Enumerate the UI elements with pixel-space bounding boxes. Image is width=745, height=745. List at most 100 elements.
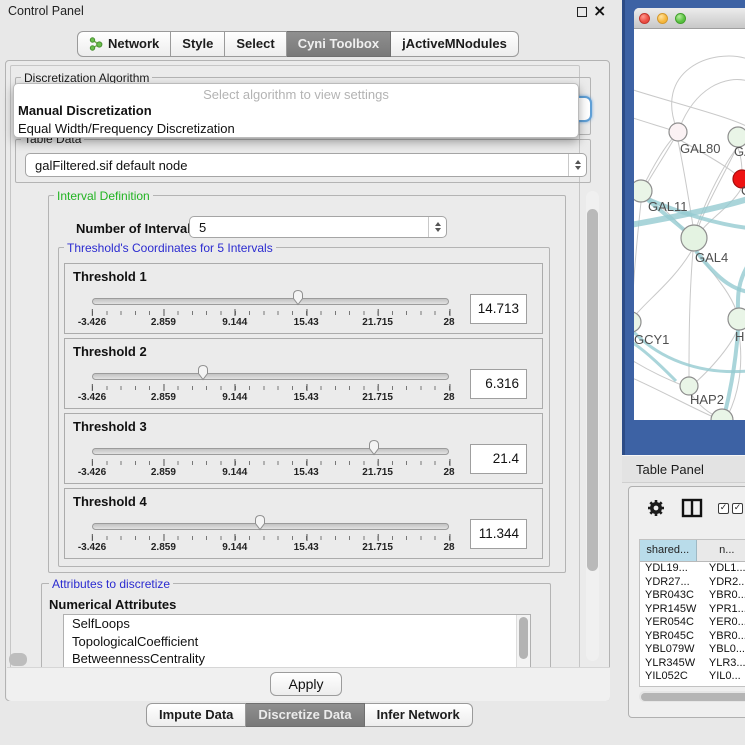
apply-button[interactable]: Apply [270, 672, 342, 696]
top-tab-bar: Network Style Select Cyni Toolbox jActiv… [77, 31, 519, 57]
network-node-label: C [741, 183, 745, 198]
slider-tick-labels: -3.4262.8599.14415.4321.71528 [92, 317, 449, 329]
stepper-icon [568, 154, 586, 176]
network-canvas-svg: GAL80GAGAL11CGAL4GCY1HHAP2 [634, 29, 745, 420]
table-row[interactable]: YER054CYER0... [640, 616, 745, 630]
slider-ticks [92, 461, 450, 465]
tick-label: 21.715 [362, 317, 393, 328]
tick-label: 9.144 [222, 392, 247, 403]
table-cell: YBL0... [703, 643, 745, 657]
checkbox-icon[interactable]: ✓ [732, 503, 743, 514]
table-rows: YDL19...YDL1...YDR27...YDR2...YBR043CYBR… [640, 562, 745, 680]
attributes-list-scrollbar[interactable] [516, 615, 530, 670]
threshold-1-label: Threshold 1 [73, 269, 147, 284]
tick-label: -3.426 [78, 542, 106, 553]
number-of-intervals-combo[interactable]: 5 [189, 216, 447, 238]
threshold-4-value[interactable]: 11.344 [470, 519, 527, 549]
list-item[interactable]: SelfLoops [64, 615, 530, 633]
table-cell: YER0... [703, 616, 745, 630]
slider-thumb[interactable] [291, 289, 306, 306]
list-item[interactable]: TopologicalCoefficient [64, 633, 530, 651]
show-columns-icon[interactable] [681, 498, 703, 518]
table-row[interactable]: YBR043CYBR0... [640, 589, 745, 603]
algorithm-dropdown-hint: Select algorithm to view settings [14, 84, 578, 102]
horizontal-scrollbar-thumb[interactable] [9, 653, 27, 666]
minimize-traffic-light-icon[interactable] [657, 13, 668, 24]
network-node[interactable] [634, 312, 641, 332]
numerical-attributes-list[interactable]: SelfLoopsTopologicalCoefficientBetweenne… [63, 614, 531, 671]
table-cell: YPR1... [703, 603, 745, 617]
tick-label: 15.43 [294, 542, 319, 553]
float-window-icon[interactable] [577, 7, 587, 17]
tab-impute-data[interactable]: Impute Data [146, 703, 246, 727]
threshold-3-label: Threshold 3 [73, 419, 147, 434]
table-cell: YIL0... [703, 670, 745, 680]
slider-track[interactable] [92, 298, 449, 305]
checkbox-icon[interactable]: ✓ [718, 503, 729, 514]
algorithm-option-manual[interactable]: Manual Discretization [14, 102, 578, 120]
close-traffic-light-icon[interactable] [639, 13, 650, 24]
threshold-2-slider[interactable]: -3.4262.8599.14415.4321.71528 [92, 367, 449, 405]
table-cell: YBR043C [640, 589, 703, 603]
tick-label: 9.144 [222, 542, 247, 553]
threshold-3-value[interactable]: 21.4 [470, 444, 527, 474]
list-item[interactable]: BetweennessCentrality [64, 650, 530, 668]
table-row[interactable]: YIL052CYIL0... [640, 670, 745, 680]
tab-discretize-data[interactable]: Discretize Data [246, 703, 364, 727]
slider-thumb[interactable] [195, 364, 210, 381]
slider-track[interactable] [92, 373, 449, 380]
table-row[interactable]: YDL19...YDL1... [640, 562, 745, 576]
table-horizontal-scrollbar[interactable] [639, 691, 745, 702]
slider-track[interactable] [92, 523, 449, 530]
tab-cyni-toolbox[interactable]: Cyni Toolbox [287, 31, 391, 57]
tick-label: 15.43 [294, 317, 319, 328]
column-header-name[interactable]: n... [697, 540, 745, 561]
threshold-4-slider[interactable]: -3.4262.8599.14415.4321.71528 [92, 517, 449, 555]
column-header-shared-name[interactable]: shared... [640, 540, 697, 561]
threshold-1-value[interactable]: 14.713 [470, 294, 527, 324]
node-table-header: shared... n... [640, 540, 745, 562]
network-node[interactable] [728, 308, 745, 330]
slider-track[interactable] [92, 448, 449, 455]
number-of-intervals-label: Number of Intervals [76, 221, 198, 236]
algorithm-option-equal-width[interactable]: Equal Width/Frequency Discretization [14, 120, 578, 138]
table-row[interactable]: YBR045CYBR0... [640, 630, 745, 644]
network-node[interactable] [669, 123, 687, 141]
table-row[interactable]: YLR345WYLR3... [640, 657, 745, 671]
table-cell: YDL19... [640, 562, 703, 576]
close-icon[interactable]: × [593, 1, 606, 20]
slider-thumb[interactable] [367, 439, 382, 456]
table-row[interactable]: YPR145WYPR1... [640, 603, 745, 617]
number-of-intervals-value: 5 [199, 217, 206, 237]
tab-infer-network[interactable]: Infer Network [365, 703, 473, 727]
network-canvas[interactable]: GAL80GAGAL11CGAL4GCY1HHAP2 [634, 29, 745, 420]
table-row[interactable]: YDR27...YDR2... [640, 576, 745, 590]
tick-label: 15.43 [294, 392, 319, 403]
threshold-3-slider[interactable]: -3.4262.8599.14415.4321.71528 [92, 442, 449, 480]
slider-tick-labels: -3.4262.8599.14415.4321.71528 [92, 392, 449, 404]
threshold-4-label: Threshold 4 [73, 494, 147, 509]
threshold-2-value[interactable]: 6.316 [470, 369, 527, 399]
threshold-1-slider[interactable]: -3.4262.8599.14415.4321.71528 [92, 292, 449, 330]
slider-thumb[interactable] [252, 514, 267, 531]
tick-label: 2.859 [151, 317, 176, 328]
tab-impute-data-label: Impute Data [159, 707, 233, 722]
table-cell: YER054C [640, 616, 703, 630]
table-cell: YBR045C [640, 630, 703, 644]
zoom-traffic-light-icon[interactable] [675, 13, 686, 24]
tab-network[interactable]: Network [77, 31, 171, 57]
table-cell: YBL079W [640, 643, 703, 657]
panel-scrollbar-thumb[interactable] [587, 209, 598, 571]
gear-icon[interactable] [646, 498, 666, 518]
table-row[interactable]: YBL079WYBL0... [640, 643, 745, 657]
tab-select[interactable]: Select [225, 31, 286, 57]
table-data-combo[interactable]: galFiltered.sif default node [25, 153, 587, 177]
table-cell: YBR0... [703, 589, 745, 603]
network-window-titlebar[interactable] [634, 8, 745, 29]
tab-jactivemnodules[interactable]: jActiveMNodules [391, 31, 519, 57]
table-cell: YDL1... [703, 562, 745, 576]
tab-style[interactable]: Style [171, 31, 225, 57]
network-node[interactable] [681, 225, 707, 251]
interval-definition-title: Interval Definition [54, 189, 153, 203]
table-data-combo-value: galFiltered.sif default node [35, 154, 187, 176]
